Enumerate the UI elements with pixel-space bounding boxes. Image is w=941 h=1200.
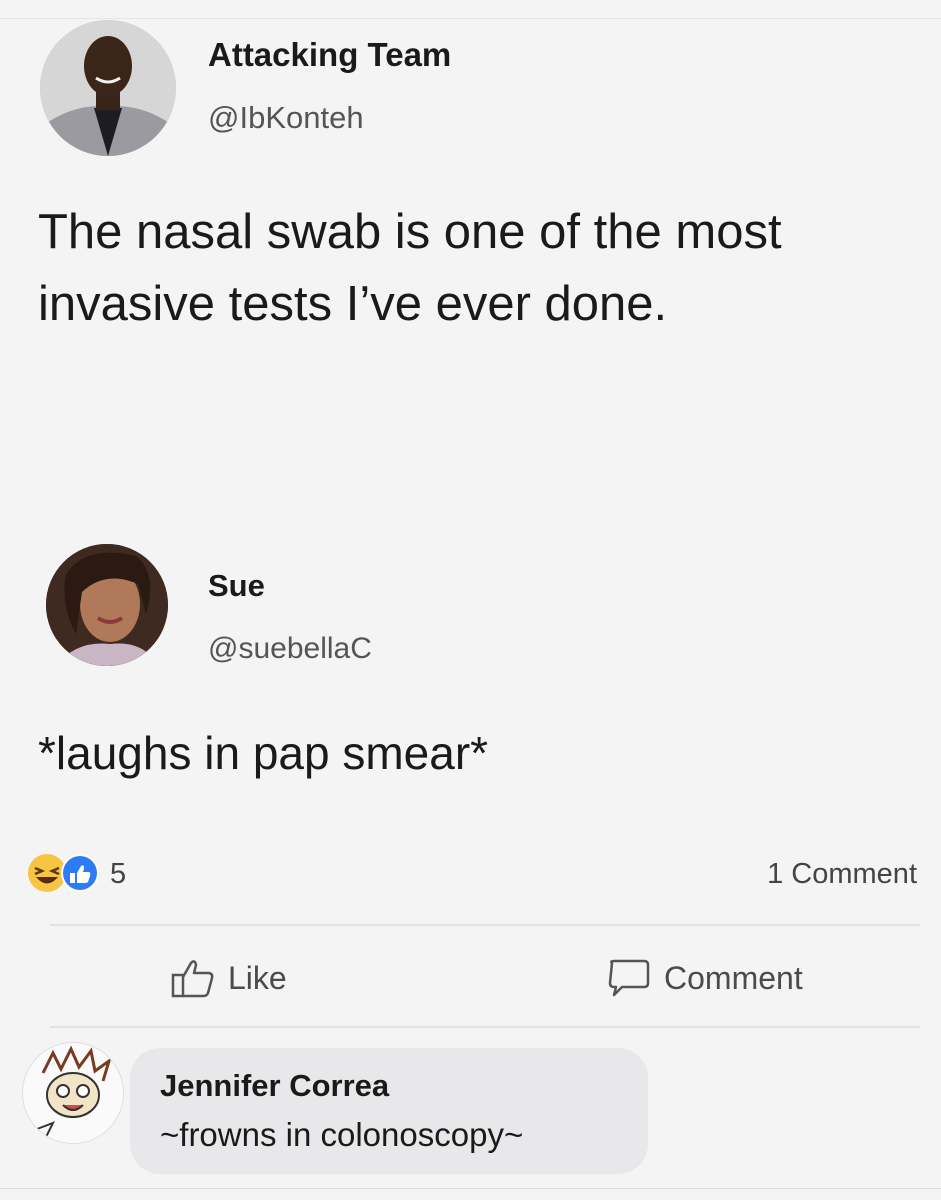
laughing-emoji-icon <box>28 854 66 892</box>
reactions-summary: 5 1 Comment <box>0 840 941 910</box>
comment: Jennifer Correa ~frowns in colonoscopy~ <box>0 1038 941 1188</box>
action-bar: Like Comment <box>0 930 941 1025</box>
quoted-post-2: Sue @suebellaC *laughs in pap smear* <box>0 530 941 810</box>
comment-bubble[interactable]: Jennifer Correa ~frowns in colonoscopy~ <box>130 1048 648 1174</box>
divider <box>50 1026 920 1028</box>
quoted-post-1: Attacking Team @IbKonteh The nasal swab … <box>0 0 941 380</box>
speech-bubble-icon <box>608 959 650 997</box>
author-handle[interactable]: @suebellaC <box>208 632 372 666</box>
thumbs-up-outline-icon <box>171 960 214 998</box>
like-button[interactable]: Like <box>170 950 287 1006</box>
bottom-divider <box>0 1188 941 1189</box>
reaction-icons[interactable] <box>26 852 110 894</box>
thumbs-up-icon <box>61 854 99 892</box>
comment-button[interactable]: Comment <box>606 950 803 1006</box>
like-label: Like <box>228 959 287 996</box>
comment-author[interactable]: Jennifer Correa <box>160 1068 389 1104</box>
woman-portrait-avatar-icon <box>46 544 168 666</box>
comment-label: Comment <box>664 959 803 996</box>
author-name[interactable]: Attacking Team <box>208 36 451 74</box>
divider <box>50 924 920 926</box>
avatar[interactable] <box>40 20 176 156</box>
cartoon-character-avatar-icon <box>23 1043 123 1143</box>
comment-count-link[interactable]: 1 Comment <box>767 858 917 891</box>
comment-text: ~frowns in colonoscopy~ <box>160 1116 524 1153</box>
man-in-suit-avatar-icon <box>40 20 176 156</box>
post-text: The nasal swab is one of the most invasi… <box>38 205 782 331</box>
avatar[interactable] <box>22 1042 124 1144</box>
post-text: *laughs in pap smear* <box>38 727 489 779</box>
avatar[interactable] <box>46 544 168 666</box>
author-handle[interactable]: @IbKonteh <box>208 100 364 136</box>
reaction-count[interactable]: 5 <box>110 858 126 891</box>
author-name[interactable]: Sue <box>208 568 265 604</box>
